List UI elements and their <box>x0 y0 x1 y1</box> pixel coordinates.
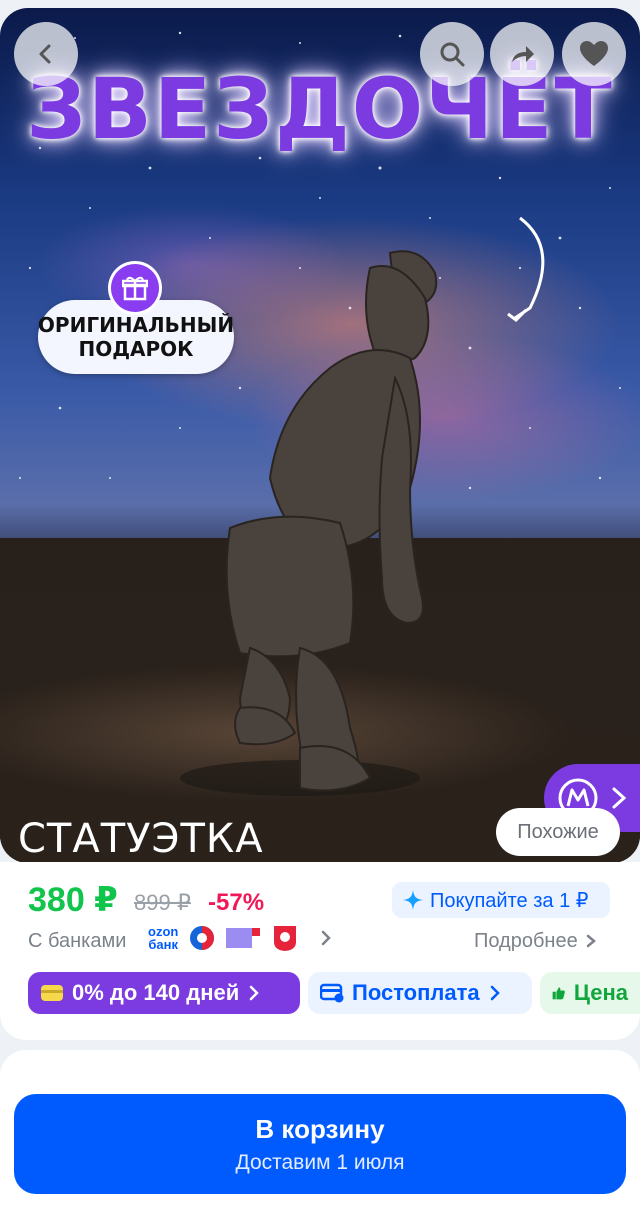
similar-button[interactable]: Похожие <box>496 808 620 856</box>
statue-label: СТАТУЭТКА <box>18 816 264 862</box>
price-chip-label: Цена <box>573 980 628 1005</box>
gift-icon <box>111 264 159 312</box>
chevron-right-icon <box>587 934 597 948</box>
favorite-button[interactable] <box>562 22 626 86</box>
back-icon <box>39 44 51 64</box>
bank-logo-4-icon <box>274 926 297 951</box>
buy-for-1-label: Покупайте за 1 ₽ <box>430 889 589 912</box>
search-icon <box>440 42 465 67</box>
postpay-label: Постоплата <box>352 980 480 1005</box>
add-to-cart-label: В корзину <box>255 1113 385 1144</box>
banks-label[interactable]: С банками <box>28 930 126 953</box>
sparkle-icon <box>403 890 423 910</box>
bank-logo-2-icon <box>190 926 215 950</box>
product-image[interactable]: ЗВЕЗДОЧЁТ ОРИГИНАЛЬНЫЙ ПОДАРОК СТАТУЭТКА… <box>0 8 640 863</box>
more-details-label: Подробнее <box>474 930 578 952</box>
gift-badge-line2: ПОДАРОК <box>78 337 194 361</box>
back-button[interactable] <box>14 22 78 86</box>
old-price: 899 ₽ <box>134 890 191 915</box>
gift-badge-line1: ОРИГИНАЛЬНЫЙ <box>37 313 235 337</box>
price-chip[interactable]: Цена <box>540 972 640 1014</box>
product-page: ЗВЕЗДОЧЁТ ОРИГИНАЛЬНЫЙ ПОДАРОК СТАТУЭТКА… <box>0 0 640 1208</box>
bank-logo-3-icon <box>226 928 261 948</box>
more-details-link[interactable]: Подробнее <box>474 930 599 953</box>
ozon-bank-logo: ozon банк <box>148 925 178 951</box>
share-button[interactable] <box>490 22 554 86</box>
postpay-chip[interactable]: Постоплата <box>308 972 532 1014</box>
bank-logos[interactable]: ozon банк <box>148 924 336 952</box>
installment-label: 0% до 140 дней <box>72 980 240 1005</box>
share-icon <box>512 46 534 62</box>
ozon-logo-line2: банк <box>148 937 178 952</box>
banks-chevron-icon <box>322 930 332 946</box>
search-button[interactable] <box>420 22 484 86</box>
add-to-cart-button[interactable]: В корзину Доставим 1 июля <box>14 1094 626 1194</box>
installment-chip[interactable]: 0% до 140 дней <box>28 972 300 1014</box>
arrow-curve-icon <box>514 216 545 320</box>
thumbs-up-icon <box>552 987 565 1000</box>
chevron-right-icon <box>250 985 260 1001</box>
postpay-card-icon <box>320 983 344 1003</box>
heart-icon <box>580 41 608 66</box>
buy-for-1-button[interactable]: Покупайте за 1 ₽ <box>392 882 610 918</box>
current-price: 380 ₽ <box>28 881 118 919</box>
discount-badge: -57% <box>208 889 265 916</box>
card-icon <box>41 985 63 1001</box>
chevron-right-icon <box>490 985 500 1001</box>
delivery-date: Доставим 1 июля <box>235 1150 405 1174</box>
chevron-right-icon <box>612 787 627 809</box>
